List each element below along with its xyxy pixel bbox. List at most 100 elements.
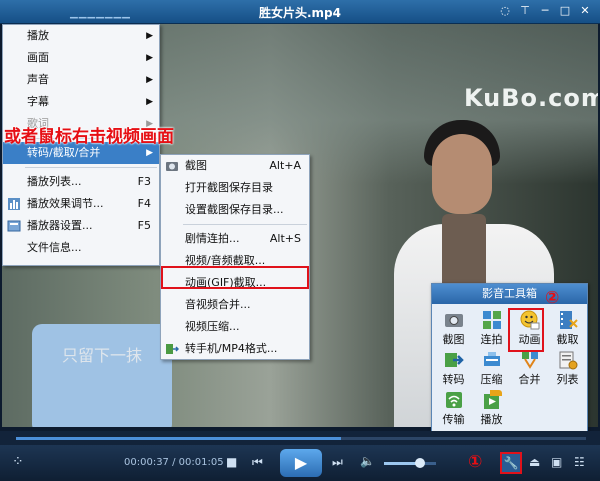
toolbox-wrench-button[interactable]: 🔧 <box>500 452 522 474</box>
menu-item-av-merge[interactable]: 音视频合并... <box>161 294 309 316</box>
menu-item-subtitles[interactable]: 字幕 ▶ <box>3 91 159 113</box>
menu-item-label: 设置截图保存目录... <box>185 203 284 216</box>
menu-item-label: 播放器设置... <box>27 219 93 232</box>
tool-label: 传输 <box>442 413 465 426</box>
tool-burst[interactable]: 连拍 <box>474 310 509 346</box>
step-marker-1: ① <box>468 452 483 472</box>
menu-item-label: 打开截图保存目录 <box>185 181 273 194</box>
step-marker-2: ② <box>545 288 560 308</box>
toolbox-title: 影音工具箱 <box>432 284 587 304</box>
time-current: 00:00:37 <box>124 457 169 468</box>
menu-item-play[interactable]: 播放 ▶ <box>3 25 159 47</box>
tool-playlist[interactable]: 列表 <box>550 350 585 386</box>
menu-item-label: 视频压缩... <box>185 320 240 333</box>
menu-item-set-screenshot-dir[interactable]: 设置截图保存目录... <box>161 199 309 221</box>
equalizer-icon <box>8 198 20 210</box>
eject-icon[interactable]: ⏏ <box>529 455 540 469</box>
fullscreen-icon[interactable]: ▣ <box>551 455 562 469</box>
tool-clip[interactable]: 截取 <box>550 310 585 346</box>
merge-icon <box>521 352 538 369</box>
menu-item-open-screenshot-dir[interactable]: 打开截图保存目录 <box>161 177 309 199</box>
play-new-icon <box>483 390 502 409</box>
submenu-arrow-icon: ▶ <box>146 53 153 63</box>
time-separator: / <box>168 457 179 468</box>
tool-screenshot[interactable]: 截图 <box>436 310 471 346</box>
stop-button[interactable]: ■ <box>226 455 237 469</box>
menu-item-label: 转手机/MP4格式... <box>185 342 278 355</box>
submenu-arrow-icon: ▶ <box>146 97 153 107</box>
menu-item-file-info[interactable]: 文件信息... <box>3 237 159 259</box>
highlight-box-gif-tool <box>508 308 544 352</box>
progress-bar[interactable] <box>0 431 600 445</box>
menu-item-label: 转码/截取/合并 <box>27 146 101 159</box>
burst-icon <box>482 311 501 329</box>
menu-item-to-mobile[interactable]: 转手机/MP4格式... <box>161 338 309 360</box>
playlist-icon[interactable]: ☷ <box>574 455 585 469</box>
close-button[interactable]: ✕ <box>576 3 594 19</box>
menu-separator <box>183 224 307 225</box>
wifi-icon <box>445 392 462 408</box>
tool-label: 合并 <box>518 373 541 386</box>
menu-item-label: 播放 <box>27 29 49 42</box>
submenu-convert-capture: 截图 Alt+A 打开截图保存目录 设置截图保存目录... 剧情连拍... Al… <box>160 154 310 360</box>
pin-icon[interactable]: ⊤ <box>516 3 534 19</box>
list-gear-icon <box>559 351 577 370</box>
tool-label: 截取 <box>556 333 579 346</box>
menu-item-label: 播放效果调节... <box>27 197 104 210</box>
compress-icon <box>483 352 500 366</box>
menu-shortcut: F5 <box>137 219 151 232</box>
menu-item-label: 截图 <box>185 159 207 172</box>
menu-item-label: 字幕 <box>27 95 49 108</box>
menu-shortcut: F3 <box>137 175 151 188</box>
tool-convert[interactable]: 转码 <box>436 350 471 386</box>
menu-item-burst-capture[interactable]: 剧情连拍... Alt+S <box>161 228 309 250</box>
volume-slider[interactable] <box>384 458 436 468</box>
skin-icon[interactable]: ◌ <box>496 3 514 19</box>
video-person-face <box>432 134 492 214</box>
tool-label: 压缩 <box>480 373 503 386</box>
camera-icon <box>166 162 178 171</box>
camera-icon <box>444 314 463 327</box>
menu-item-label: 播放列表... <box>27 175 82 188</box>
menu-item-label: 文件信息... <box>27 241 82 254</box>
volume-knob[interactable] <box>415 458 426 468</box>
maximize-button[interactable]: □ <box>556 3 574 19</box>
tool-play[interactable]: 播放 <box>474 390 509 426</box>
video-subtitle: 只留下一抹 <box>62 346 143 365</box>
tool-transfer[interactable]: 传输 <box>436 390 471 426</box>
menu-shortcut: Alt+S <box>269 232 301 245</box>
menu-item-picture[interactable]: 画面 ▶ <box>3 47 159 69</box>
previous-button[interactable]: ⏮ <box>252 455 263 470</box>
menu-item-label: 剧情连拍... <box>185 232 240 245</box>
volume-icon[interactable]: 🔈 <box>360 454 375 468</box>
menu-item-playlist[interactable]: 播放列表... F3 <box>3 171 159 193</box>
minimize-button[interactable]: ─ <box>536 3 554 19</box>
menu-item-label: 声音 <box>27 73 49 86</box>
control-bar: ⁘ 00:00:37 / 00:01:05 ■ ⏮ ▶ ⏭ 🔈 🔧 ⏏ ▣ ☷ <box>0 445 600 481</box>
play-button[interactable]: ▶ <box>280 449 322 477</box>
footprint-icon[interactable]: ⁘ <box>12 454 24 470</box>
menu-item-settings[interactable]: 播放器设置... F5 <box>3 215 159 237</box>
convert-phone-icon <box>166 344 179 354</box>
convert-icon <box>444 353 464 367</box>
menu-item-effects[interactable]: 播放效果调节... F4 <box>3 193 159 215</box>
title-bar: ▁▁▁▁▁▁▁ 胜女片头.mp4 ◌ ⊤ ─ □ ✕ <box>0 0 600 24</box>
menu-item-video-compress[interactable]: 视频压缩... <box>161 316 309 338</box>
window-controls: ◌ ⊤ ─ □ ✕ <box>496 3 594 19</box>
progress-fill <box>16 437 341 440</box>
next-button[interactable]: ⏭ <box>332 455 343 470</box>
tool-label: 播放 <box>480 413 503 426</box>
highlight-box-gif-menu <box>161 266 309 289</box>
tool-label: 列表 <box>556 373 579 386</box>
tool-label: 连拍 <box>480 333 503 346</box>
menu-shortcut: Alt+A <box>269 159 301 172</box>
tool-compress[interactable]: 压缩 <box>474 350 509 386</box>
menu-shortcut: F4 <box>137 197 151 210</box>
menu-item-screenshot[interactable]: 截图 Alt+A <box>161 155 309 177</box>
tool-merge[interactable]: 合并 <box>512 350 547 386</box>
menu-item-label: 画面 <box>27 51 49 64</box>
menu-item-audio[interactable]: 声音 ▶ <box>3 69 159 91</box>
menu-separator <box>25 167 157 168</box>
menu-item-label: 音视频合并... <box>185 298 251 311</box>
time-display: 00:00:37 / 00:01:05 <box>124 457 224 468</box>
